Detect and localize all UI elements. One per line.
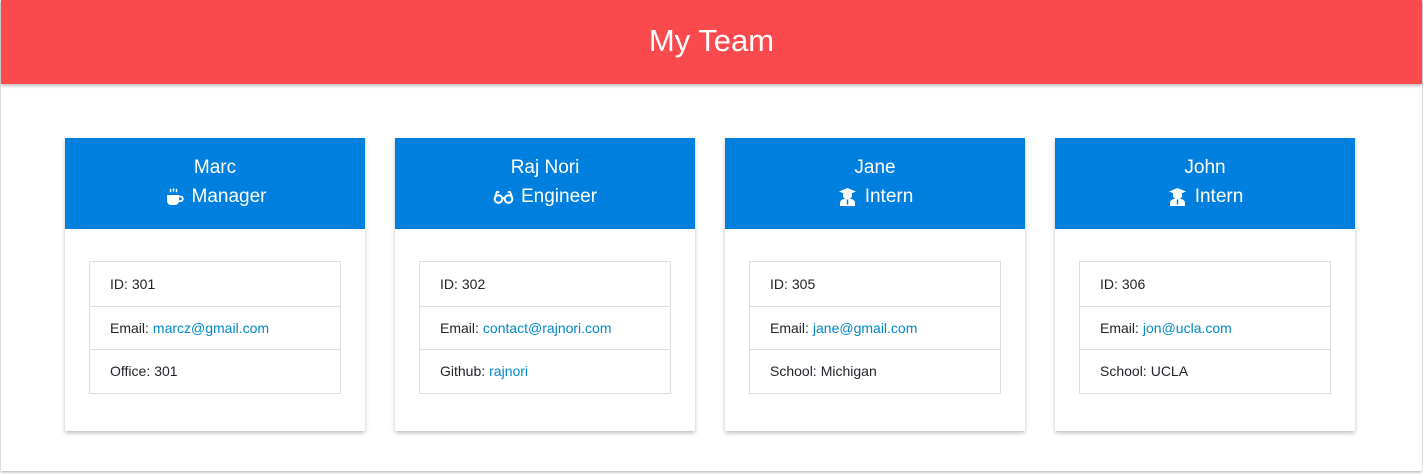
graduate-icon xyxy=(837,187,858,207)
employee-name: John xyxy=(1184,157,1226,178)
github-link[interactable]: rajnori xyxy=(489,363,528,379)
id-row: ID: 305 xyxy=(750,262,1000,306)
office-label: Office: xyxy=(110,363,151,380)
id-row: ID: 301 xyxy=(90,262,340,306)
school-row: School: Michigan xyxy=(750,349,1000,393)
email-row: Email: jane@gmail.com xyxy=(750,305,1000,350)
card-body: ID: 305 Email: jane@gmail.com School: Michi… xyxy=(725,229,1025,394)
graduate-icon xyxy=(1167,187,1188,207)
role-label: Engineer xyxy=(520,186,598,207)
role-label: Intern xyxy=(864,186,914,207)
employee-name: Marc xyxy=(193,157,237,178)
card-header: Marc Manager xyxy=(65,138,365,229)
info-list: ID: 305 Email: jane@gmail.com School: Michi… xyxy=(749,261,1001,394)
school-label: School: xyxy=(1100,363,1147,380)
info-list: ID: 306 Email: jon@ucla.com School: UCLA xyxy=(1079,261,1331,394)
email-link[interactable]: jane@gmail.com xyxy=(813,320,917,336)
glasses-icon xyxy=(493,187,514,207)
id-value: 302 xyxy=(461,275,486,292)
employee-name: Raj Nori xyxy=(510,157,580,178)
email-label: Email: xyxy=(770,319,809,336)
info-list: ID: 301 Email: marcz@gmail.com Office: 301 xyxy=(89,261,341,394)
id-row: ID: 306 xyxy=(1080,262,1330,306)
school-label: School: xyxy=(770,363,817,380)
email-label: Email: xyxy=(110,319,149,336)
employee-card: Marc Manager ID: 301 Email: marcz@gmail.co… xyxy=(65,138,365,431)
school-value: UCLA xyxy=(1150,363,1189,380)
id-value: 305 xyxy=(791,275,816,292)
email-link[interactable]: contact@rajnori.com xyxy=(483,320,612,336)
employee-card: Raj Nori Engineer ID: 302 Email: contact@r… xyxy=(395,138,695,431)
info-list: ID: 302 Email: contact@rajnori.com Github:… xyxy=(419,261,671,394)
id-value: 306 xyxy=(1121,275,1146,292)
email-label: Email: xyxy=(440,319,479,336)
employee-name: Jane xyxy=(854,157,896,178)
email-row: Email: contact@rajnori.com xyxy=(420,305,670,350)
id-value: 301 xyxy=(131,275,156,292)
card-body: ID: 302 Email: contact@rajnori.com Github:… xyxy=(395,229,695,394)
github-row: Github: rajnori xyxy=(420,349,670,393)
office-value: 301 xyxy=(154,363,178,380)
employee-role: Engineer xyxy=(395,186,695,208)
card-body: ID: 306 Email: jon@ucla.com School: UCLA xyxy=(1055,229,1355,394)
role-label: Manager xyxy=(191,186,267,207)
id-label: ID: xyxy=(770,275,788,292)
employee-role: Intern xyxy=(725,186,1025,208)
card-header: Raj Nori Engineer xyxy=(395,138,695,229)
email-row: Email: jon@ucla.com xyxy=(1080,305,1330,350)
email-row: Email: marcz@gmail.com xyxy=(90,305,340,350)
page-header: My Team xyxy=(1,0,1422,84)
id-label: ID: xyxy=(440,275,458,292)
card-body: ID: 301 Email: marcz@gmail.com Office: 301 xyxy=(65,229,365,394)
card-header: Jane Intern xyxy=(725,138,1025,229)
id-label: ID: xyxy=(1100,275,1118,292)
mug-icon xyxy=(164,187,185,207)
employee-role: Intern xyxy=(1055,186,1355,208)
page-title: My Team xyxy=(648,23,775,58)
email-label: Email: xyxy=(1100,319,1139,336)
team-cards: Marc Manager ID: 301 Email: marcz@gmail.co… xyxy=(65,138,1355,431)
school-row: School: UCLA xyxy=(1080,349,1330,393)
school-value: Michigan xyxy=(820,363,877,380)
role-label: Intern xyxy=(1194,186,1244,207)
employee-card: Jane Intern ID: 305 Email: jane@gmail.com xyxy=(725,138,1025,431)
office-row: Office: 301 xyxy=(90,349,340,393)
id-label: ID: xyxy=(110,275,128,292)
page-frame: My Team Marc Manager ID: 301 Email: marc… xyxy=(1,0,1422,471)
id-row: ID: 302 xyxy=(420,262,670,306)
email-link[interactable]: jon@ucla.com xyxy=(1143,320,1232,336)
card-header: John Intern xyxy=(1055,138,1355,229)
employee-role: Manager xyxy=(65,186,365,208)
email-link[interactable]: marcz@gmail.com xyxy=(153,320,269,336)
github-label: Github: xyxy=(440,363,486,380)
employee-card: John Intern ID:306 Email:jon@ucla.com xyxy=(1055,138,1355,431)
